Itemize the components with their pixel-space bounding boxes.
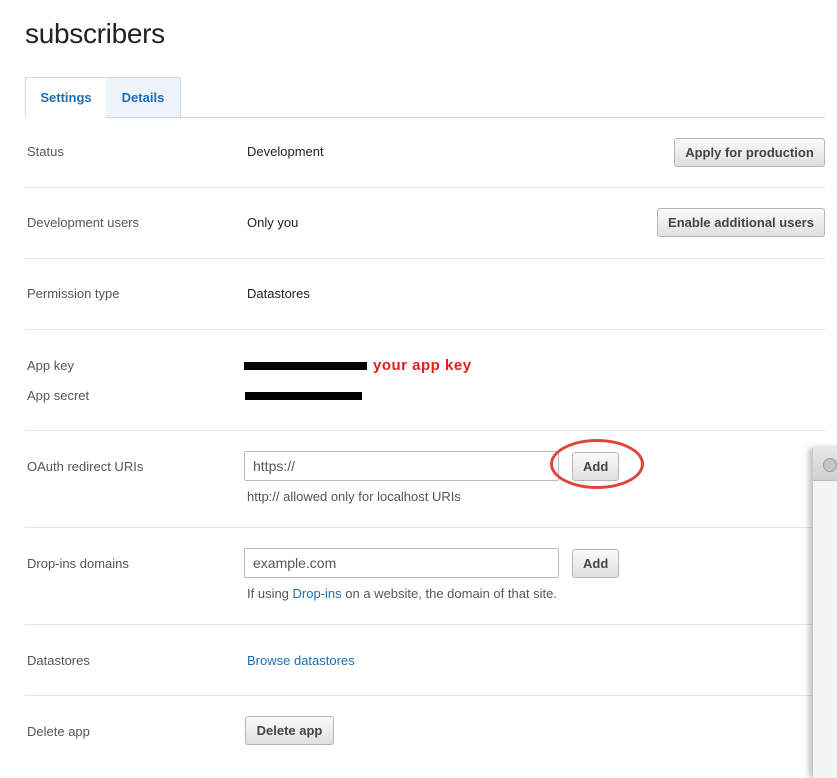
dropins-hint-suffix: on a website, the domain of that site. (341, 586, 558, 601)
app-key-label: App key (27, 358, 74, 373)
tab-settings[interactable]: Settings (25, 77, 107, 118)
window-close-icon[interactable] (823, 458, 837, 472)
app-secret-label: App secret (27, 388, 90, 403)
permission-type-value: Datastores (247, 286, 310, 301)
delete-app-button[interactable]: Delete app (245, 716, 334, 745)
app-key-redacted (244, 362, 367, 370)
datastores-row: Datastores Browse datastores (25, 625, 825, 696)
app-credentials-row: App key your app key App secret (25, 330, 825, 431)
dropins-domain-input[interactable] (244, 548, 559, 578)
app-secret-redacted (245, 392, 362, 400)
dropins-domains-hint: If using Drop-ins on a website, the doma… (247, 586, 557, 601)
development-users-value: Only you (247, 215, 299, 230)
browse-datastores-link[interactable]: Browse datastores (247, 653, 355, 668)
status-value: Development (247, 144, 324, 159)
oauth-redirect-uri-input[interactable] (244, 451, 559, 481)
overlapping-window[interactable] (812, 448, 837, 778)
tab-details[interactable]: Details (106, 77, 181, 118)
permission-type-label: Permission type (27, 286, 120, 301)
oauth-redirect-row: OAuth redirect URIs Add http:// allowed … (25, 431, 825, 528)
highlight-circle (550, 439, 644, 489)
apply-for-production-button[interactable]: Apply for production (674, 138, 825, 167)
oauth-redirect-label: OAuth redirect URIs (27, 459, 144, 474)
app-key-annotation: your app key (373, 357, 472, 374)
oauth-redirect-hint: http:// allowed only for localhost URIs (247, 489, 461, 504)
delete-app-label: Delete app (27, 724, 90, 739)
development-users-row: Development users Only you Enable additi… (25, 188, 825, 259)
dropins-hint-prefix: If using (247, 586, 293, 601)
tab-bar: Settings Details (25, 77, 825, 118)
dropins-domains-label: Drop-ins domains (27, 556, 129, 571)
dropins-link[interactable]: Drop-ins (293, 586, 342, 601)
dropins-domains-row: Drop-ins domains Add If using Drop-ins o… (25, 528, 825, 625)
datastores-label: Datastores (27, 653, 90, 668)
status-row: Status Development Apply for production (25, 118, 825, 188)
development-users-label: Development users (27, 215, 139, 230)
enable-additional-users-button[interactable]: Enable additional users (657, 208, 825, 237)
window-titlebar[interactable] (813, 448, 837, 481)
page-title: subscribers (25, 18, 165, 49)
status-label: Status (27, 144, 64, 159)
permission-type-row: Permission type Datastores (25, 259, 825, 330)
delete-app-row: Delete app Delete app (25, 696, 825, 763)
add-dropins-domain-button[interactable]: Add (572, 549, 619, 578)
